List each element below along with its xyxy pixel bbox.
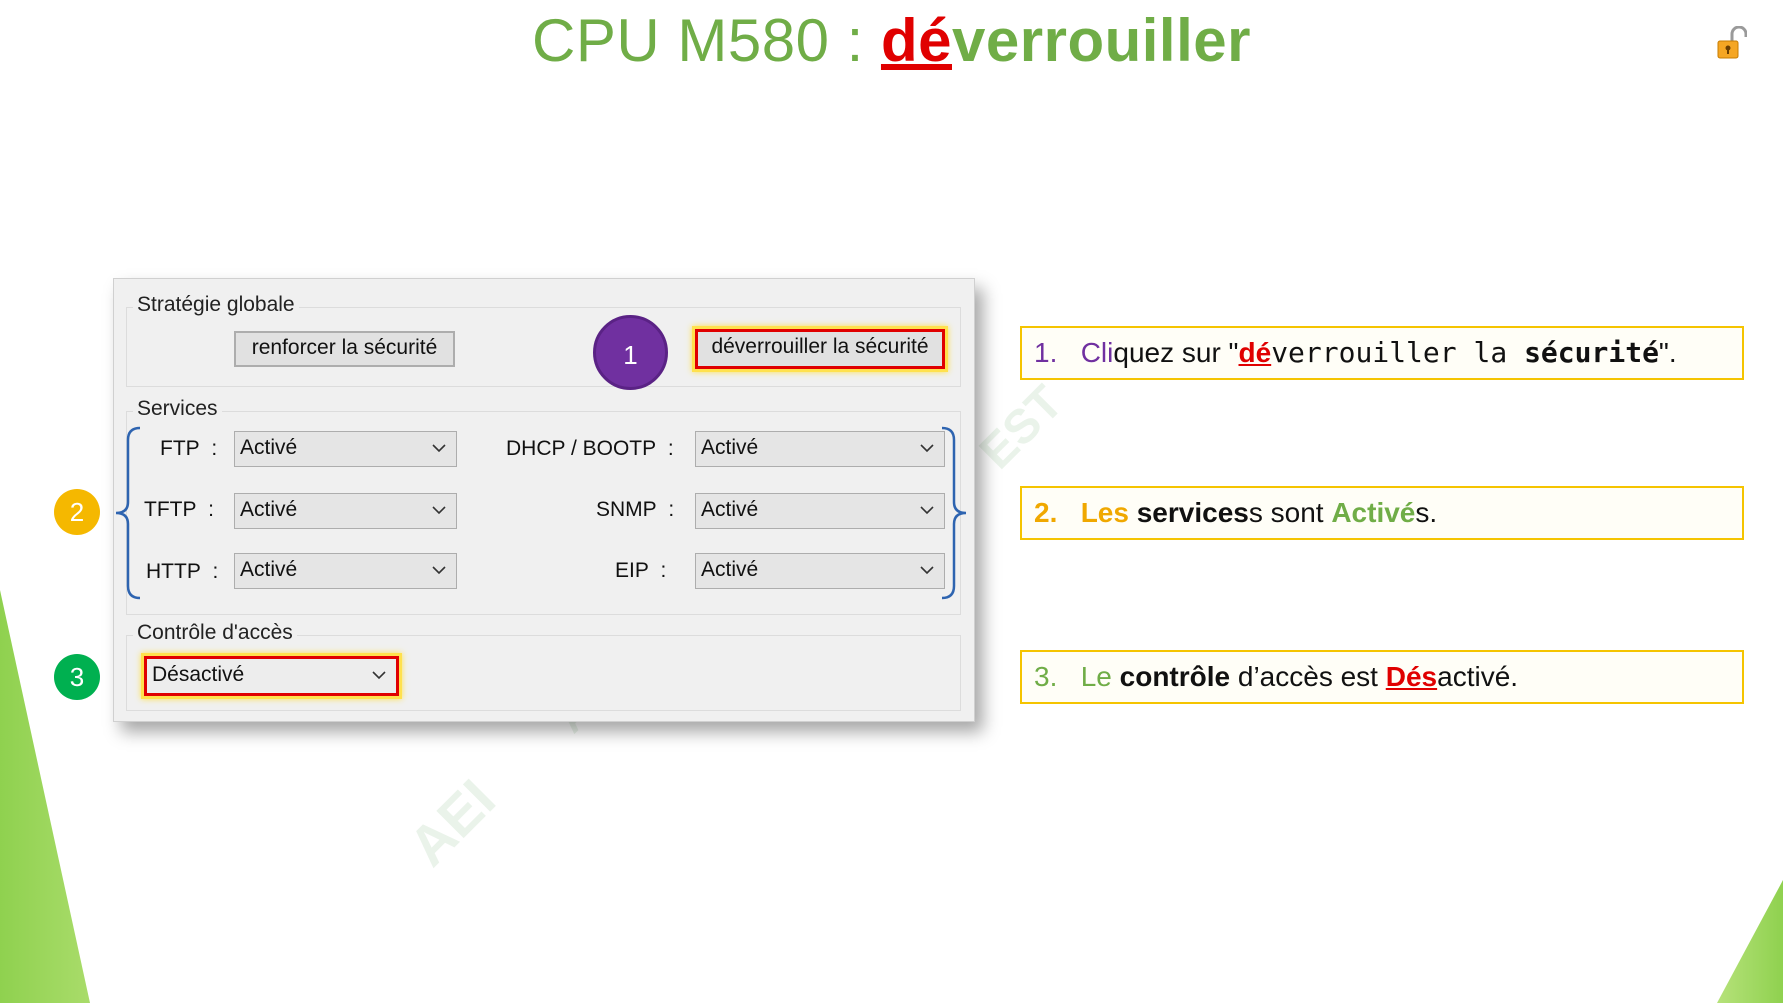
step-2-text-e: s. (1415, 497, 1438, 528)
step-3-text-a: Le (1080, 661, 1120, 692)
chevron-down-icon (920, 566, 934, 575)
watermark-text: AEI (396, 767, 507, 878)
step-1-text-b: quez sur " (1113, 337, 1239, 368)
tftp-select-value: Activé (240, 498, 298, 521)
title-rest: verrouiller (952, 7, 1251, 74)
step-3-text-c: d’accès est (1230, 661, 1386, 692)
instruction-step-1: 1. Cliquez sur "déverrouiller la sécurit… (1020, 326, 1744, 380)
http-select[interactable]: Activé (234, 553, 457, 589)
instruction-step-2: 2. Les servicess sont Activés. (1020, 486, 1744, 540)
left-brace (115, 426, 141, 600)
tftp-select[interactable]: Activé (234, 493, 457, 529)
security-settings-panel: Stratégie globale renforcer la sécurité … (113, 278, 975, 722)
services-label: Services (133, 397, 222, 421)
access-control-select-value: Désactivé (152, 663, 245, 686)
snmp-select-value: Activé (701, 498, 759, 521)
service-label-http: HTTP : (146, 560, 219, 583)
chevron-down-icon (920, 506, 934, 515)
ftp-select[interactable]: Activé (234, 431, 457, 467)
step-3-text-e: activé. (1437, 661, 1519, 692)
chevron-down-icon (432, 566, 446, 575)
eip-select[interactable]: Activé (695, 553, 945, 589)
decorative-green-triangle-right (1717, 880, 1783, 1003)
step-3-text-d: Dés (1385, 661, 1438, 692)
step-1-number: 1. (1034, 337, 1058, 368)
ftp-select-value: Activé (240, 436, 298, 459)
access-control-select[interactable]: Désactivé (144, 656, 399, 696)
step-marker-1: 1 (593, 315, 668, 390)
chevron-down-icon (432, 506, 446, 515)
http-select-value: Activé (240, 558, 298, 581)
reinforce-security-button[interactable]: renforcer la sécurité (234, 331, 455, 367)
unlocked-padlock-icon (1717, 26, 1747, 59)
service-label-dhcp-bootp: DHCP / BOOTP : (506, 437, 674, 460)
service-label-ftp: FTP : (160, 437, 218, 460)
step-1-text-end: ". (1658, 337, 1677, 368)
instruction-step-3: 3. Le contrôle d’accès est Désactivé. (1020, 650, 1744, 704)
step-3-number: 3. (1034, 661, 1058, 692)
step-2-text-a: Les (1080, 497, 1137, 528)
service-label-snmp: SNMP : (596, 498, 675, 521)
step-1-text-a: Cli (1080, 337, 1114, 368)
step-2-text-d: Activé (1331, 497, 1416, 528)
title-prefix: CPU M580 : (532, 7, 881, 74)
unlock-security-button[interactable]: déverrouiller la sécurité (695, 329, 945, 369)
step-1-text-mono-bold: sécurité (1524, 336, 1659, 369)
chevron-down-icon (372, 671, 386, 680)
watermark-text: EST (969, 375, 1074, 480)
snmp-select[interactable]: Activé (695, 493, 945, 529)
service-label-eip: EIP : (615, 559, 667, 582)
chevron-down-icon (920, 444, 934, 453)
step-3-text-b: contrôle (1119, 661, 1231, 692)
eip-select-value: Activé (701, 558, 759, 581)
step-marker-2: 2 (54, 489, 100, 535)
slide-title: CPU M580 : déverrouiller (0, 6, 1783, 75)
title-red-part: dé (880, 7, 952, 74)
step-2-number: 2. (1034, 497, 1058, 528)
step-1-text-mono: verrouiller la (1271, 336, 1525, 369)
decorative-green-triangle-left (0, 590, 90, 1003)
access-control-label: Contrôle d'accès (133, 621, 297, 645)
chevron-down-icon (432, 444, 446, 453)
step-marker-3: 3 (54, 654, 100, 700)
dhcp-bootp-select-value: Activé (701, 436, 759, 459)
right-brace (941, 426, 967, 600)
global-strategy-label: Stratégie globale (133, 293, 299, 317)
dhcp-bootp-select[interactable]: Activé (695, 431, 945, 467)
service-label-tftp: TFTP : (144, 498, 215, 521)
step-2-text-b: services (1136, 497, 1249, 528)
step-2-text-c: s sont (1248, 497, 1332, 528)
step-1-text-red: dé (1238, 337, 1272, 368)
